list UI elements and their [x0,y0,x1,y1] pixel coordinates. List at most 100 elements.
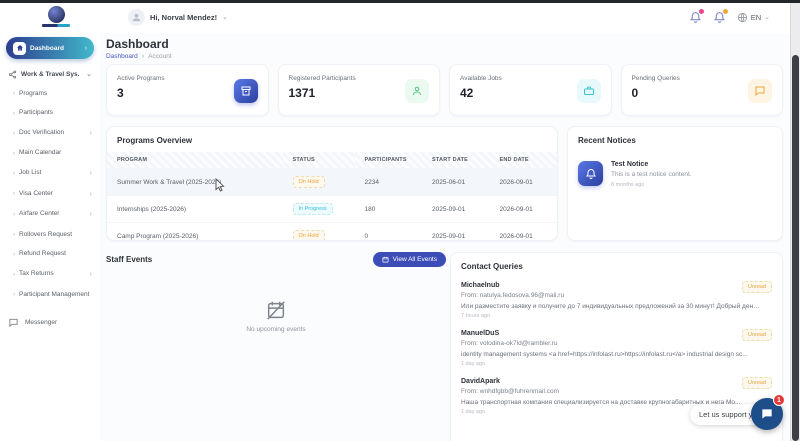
sidebar-item-job-list[interactable]: › Job List › [0,164,100,184]
participants-cell: 0 [354,222,422,240]
query-item[interactable]: ManuelDuS Unread From: volodina-ok7ld@ra… [461,329,772,367]
app-screen: Hi, Norval Mendez! ⌄ EN ⌄ Dashboard › Wo… [0,0,800,441]
chevron-right-icon: › [141,53,145,60]
globe-icon [737,12,747,23]
unread-badge: Unread [741,377,772,389]
programs-overview-panel: Programs Overview PROGRAM STATUS PARTICI… [106,126,558,241]
chat-icon [748,79,772,103]
alerts-bell-icon[interactable] [713,8,729,24]
notice-item[interactable]: Test Notice This is a test notice conten… [578,161,772,188]
sidebar-section-work-travel[interactable]: Work & Travel Sys. ⌄ [0,61,100,84]
chevron-right-icon: › [13,251,15,258]
notice-body: This is a test notice content. [611,170,692,178]
participants-cell: 2234 [354,168,422,196]
sidebar-item-label: Participants [19,109,53,117]
archive-icon [233,79,258,103]
stats-row: Active Programs 3 Registered Participant… [106,64,783,116]
chevron-right-icon: › [13,211,15,218]
query-timestamp: 1 day ago [461,361,486,367]
end-date-cell: 2026-09-01 [489,195,557,223]
sidebar-item-label: Participant Management [19,290,90,298]
notification-badge-dot [697,8,705,15]
breadcrumb-current: Account [148,53,172,60]
chat-bubble-icon [762,409,772,419]
home-icon [13,41,26,55]
chevron-right-icon: › [89,130,92,138]
notifications-bell-icon[interactable] [689,8,705,24]
notice-timestamp: 8 months ago [611,181,645,188]
status-badge: On Hold [292,230,325,240]
query-from: From: volodina-ok7ld@rambler.ru [461,340,558,347]
chevron-down-icon: ⌄ [764,14,770,21]
chevron-down-icon: ⌄ [86,71,92,78]
topbar: Hi, Norval Mendez! ⌄ EN ⌄ [0,3,790,33]
table-row[interactable]: Camp Program (2025-2026) On Hold 0 2025-… [107,222,557,240]
sidebar-item-dashboard[interactable]: Dashboard › [6,37,94,59]
sidebar-item-doc-verification[interactable]: › Doc Verification › [0,124,100,144]
query-preview: identity management systems <a href=http… [461,350,748,358]
panel-title: Recent Notices [578,136,636,145]
sidebar-item-messenger[interactable]: Messenger [0,308,100,337]
stat-card-pending-queries: Pending Queries 0 [620,64,783,116]
start-date-cell: 2025-09-01 [422,195,490,223]
greeting-text: Hi, Norval Mendez! [150,13,218,22]
language-selector[interactable]: EN ⌄ [737,12,770,23]
sidebar-item-label: Main Calendar [19,149,62,157]
programs-table: PROGRAM STATUS PARTICIPANTS START DATE E… [107,152,557,240]
column-header: END DATE [489,152,557,169]
sidebar-item-rollovers-request[interactable]: › Rollovers Request [0,225,100,245]
language-label: EN [750,13,762,22]
page-title: Dashboard [106,37,169,51]
chevron-right-icon: › [13,170,15,177]
sidebar-item-airfare-center[interactable]: › Airfare Center › [0,205,100,225]
query-from: From: natulya.fedosova.96@mail.ru [461,292,565,299]
status-badge: In Progress [292,203,333,215]
chevron-right-icon: › [13,292,15,299]
table-row[interactable]: Summer Work & Travel (2025-2026) On Hold… [107,168,557,196]
scrollbar-thumb[interactable] [792,55,799,441]
program-cell: Camp Program (2025-2026) [107,222,283,240]
sidebar-item-participant-management[interactable]: › Participant Management [0,285,100,305]
logo [40,6,72,27]
query-sender: DavidApark [461,378,500,385]
breadcrumb-dashboard-link[interactable]: Dashboard [106,53,138,60]
table-row[interactable]: Internships (2025-2026) In Progress 180 … [107,195,557,223]
scrollbar-track[interactable] [790,3,800,441]
sidebar-section-label: Work & Travel Sys. [21,71,80,78]
sidebar-item-label: Programs [19,89,48,97]
column-header: STATUS [282,152,355,169]
sidebar-item-refund-request[interactable]: › Refund Request [0,245,100,265]
staff-events-section: Staff Events View All Events No upcoming… [106,252,446,382]
briefcase-icon [576,79,601,103]
sidebar: Dashboard › Work & Travel Sys. ⌄ › Progra… [0,33,100,441]
chevron-right-icon: › [89,190,92,198]
browser-top-edge [0,0,800,3]
sidebar-item-tax-returns[interactable]: › Tax Returns › [0,265,100,285]
stat-card-registered-participants: Registered Participants 1371 [277,64,440,116]
section-title: Staff Events [106,255,153,264]
panel-title: Programs Overview [117,136,193,145]
sidebar-item-visa-center[interactable]: › Visa Center › [0,184,100,204]
alert-badge-dot [721,8,729,15]
query-item[interactable]: Michaelnub Unread From: natulya.fedosova… [461,281,772,319]
avatar [128,9,145,26]
empty-state-text: No upcoming events [246,326,306,333]
end-date-cell: 2026-09-01 [489,222,557,240]
sidebar-item-label: Rollovers Request [19,230,73,238]
query-timestamp: 7 hours ago [461,313,491,319]
sidebar-item-participants[interactable]: › Participants [0,104,100,124]
chevron-right-icon: › [13,91,15,97]
view-all-events-button[interactable]: View All Events [372,252,446,267]
sidebar-item-label: Dashboard [30,44,64,52]
status-badge: On Hold [292,176,325,188]
program-cell: Internships (2025-2026) [107,195,283,223]
chevron-right-icon: › [13,110,15,117]
query-from: From: wnhdfgbb@fuhrenmail.com [461,388,559,395]
calendar-slash-icon [267,301,285,320]
topbar-actions: EN ⌄ [689,8,770,24]
sidebar-item-main-calendar[interactable]: › Main Calendar [0,144,100,164]
chevron-right-icon: › [89,271,92,279]
user-menu[interactable]: Hi, Norval Mendez! ⌄ [128,9,228,26]
sidebar-item-programs[interactable]: › Programs [0,84,100,104]
start-date-cell: 2025-09-01 [422,222,490,240]
